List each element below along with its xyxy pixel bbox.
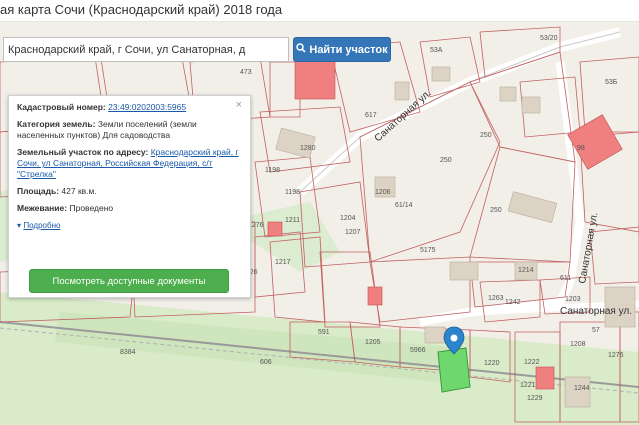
area-label: Площадь: <box>17 186 60 196</box>
search-button-label: Найти участок <box>309 43 388 56</box>
building <box>449 261 479 281</box>
parcel-number-label: 250 <box>480 132 492 139</box>
chevron-down-icon: ▾ <box>17 221 22 230</box>
parcel-number-label: 606 <box>260 359 272 366</box>
parcel-number-label: 1208 <box>570 341 586 348</box>
building <box>499 86 517 102</box>
parcel-number-label: 1206 <box>375 189 391 196</box>
cadastral-label: Кадастровый номер: <box>17 102 106 112</box>
view-documents-button[interactable]: Посмотреть доступные документы <box>29 269 229 293</box>
building <box>564 376 591 408</box>
parcel-number-label: 1217 <box>275 259 291 266</box>
parcel-number-label: 61/14 <box>395 202 413 209</box>
parcel-number-label: 1205 <box>365 339 381 346</box>
parcel-number-label: 1280 <box>300 145 316 152</box>
parcel-number-label: 617 <box>365 112 377 119</box>
more-details-link[interactable]: Подробно <box>23 221 60 230</box>
page-title: ая карта Сочи (Краснодарский край) 2018 … <box>0 0 639 22</box>
parcel-number-label: 53/20 <box>540 35 558 42</box>
parcel-number-label: 1214 <box>518 267 534 274</box>
parcel-number-label: 1222 <box>524 359 540 366</box>
search-button[interactable]: Найти участок <box>293 37 391 62</box>
cadastral-number-link[interactable]: 23:49:0202003:5965 <box>108 102 186 112</box>
search-icon <box>296 43 306 56</box>
parcel-number-label: 1211 <box>285 217 300 224</box>
parcel-number-label: 1198 <box>285 189 300 196</box>
parcel-number-label: 473 <box>240 69 252 76</box>
parcel-number-label: 53Б <box>605 79 618 86</box>
building <box>424 326 446 344</box>
parcel-number-label: 1229 <box>527 395 543 402</box>
parcel-number-label: 5175 <box>420 247 436 254</box>
parcel-number-label: 57 <box>592 327 600 334</box>
survey-value: Проведено <box>69 203 114 213</box>
building <box>394 81 410 101</box>
parcel-number-label: 98 <box>577 145 585 152</box>
parcel-number-label: 8384 <box>120 349 136 356</box>
address-label: Земельный участок по адресу: <box>17 147 149 157</box>
parcel-number-label: 5966 <box>410 347 426 354</box>
area-value: 427 кв.м. <box>61 186 97 196</box>
parcel-number-label: 53А <box>430 47 443 54</box>
search-input[interactable] <box>3 37 289 62</box>
parcel-number-label: 250 <box>490 207 502 214</box>
parcel-info-panel: × Кадастровый номер: 23:49:0202003:5965 … <box>8 95 251 298</box>
parcel-number-label: 1204 <box>340 215 356 222</box>
parcel-number-label: 1198 <box>265 167 280 174</box>
parcel-number-label: 1207 <box>345 229 361 236</box>
area-row: Площадь: 427 кв.м. <box>17 186 242 197</box>
building <box>267 221 283 237</box>
category-label: Категория земель: <box>17 119 96 129</box>
building <box>521 96 541 114</box>
parcel-number-label: 1221 <box>520 382 536 389</box>
parcel-number-label: 1220 <box>484 360 500 367</box>
parcel-number-label: 1242 <box>505 299 521 306</box>
survey-row: Межевание: Проведено <box>17 203 242 214</box>
more-row: ▾ Подробно <box>17 220 242 231</box>
parcel-number-label: 250 <box>440 157 452 164</box>
parcel-number-label: 1203 <box>565 296 581 303</box>
parcel-number-label: 1263 <box>488 295 504 302</box>
address-row: Земельный участок по адресу: Краснодарск… <box>17 147 242 180</box>
selected-parcel[interactable] <box>437 347 471 393</box>
building <box>431 66 451 82</box>
building <box>535 366 555 390</box>
parcel-number-label: 591 <box>318 329 330 336</box>
building <box>367 286 383 306</box>
parcel-number-label: 1244 <box>574 385 590 392</box>
category-row: Категория земель: Земли поселений (земли… <box>17 119 242 141</box>
survey-label: Межевание: <box>17 203 68 213</box>
parcel-number-label: 1276 <box>608 352 624 359</box>
close-icon[interactable]: × <box>236 99 242 111</box>
cadastral-row: Кадастровый номер: 23:49:0202003:5965 <box>17 102 242 113</box>
parcel-number-label: 611 <box>560 275 571 282</box>
street-label-sanatornaya: Санаторная ул. <box>560 306 632 317</box>
